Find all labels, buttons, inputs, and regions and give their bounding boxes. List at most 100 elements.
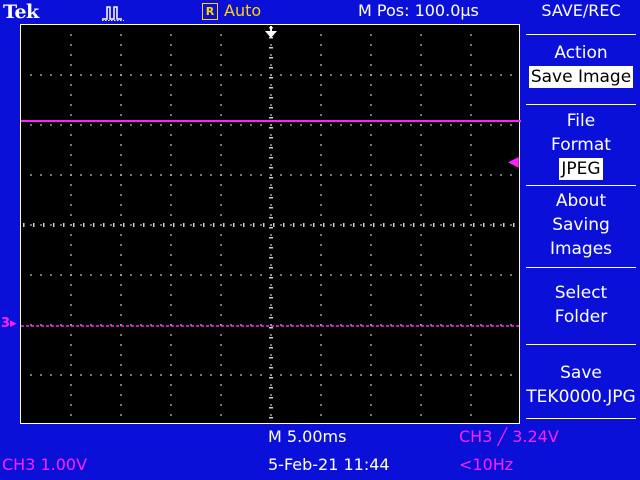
grid-dot bbox=[440, 224, 442, 226]
grid-dot bbox=[170, 284, 172, 286]
grid-dot bbox=[340, 374, 342, 376]
center-tick bbox=[123, 223, 125, 227]
grid-dot bbox=[170, 194, 172, 196]
grid-dot bbox=[40, 274, 42, 276]
grid-dot bbox=[200, 124, 202, 126]
grid-dot bbox=[270, 214, 272, 216]
grid-dot bbox=[70, 364, 72, 366]
grid-dot bbox=[170, 184, 172, 186]
grid-dot bbox=[390, 174, 392, 176]
grid-dot bbox=[420, 34, 422, 36]
grid-dot bbox=[470, 174, 472, 176]
grid-dot bbox=[120, 44, 122, 46]
grid-dot bbox=[420, 114, 422, 116]
grid-dot bbox=[70, 84, 72, 86]
grid-dot bbox=[470, 404, 472, 406]
grid-dot bbox=[350, 274, 352, 276]
grid-dot bbox=[320, 124, 322, 126]
grid-dot bbox=[270, 274, 272, 276]
center-tick bbox=[103, 223, 105, 227]
grid-dot bbox=[220, 164, 222, 166]
grid-dot bbox=[320, 314, 322, 316]
grid-dot bbox=[320, 394, 322, 396]
grid-dot bbox=[500, 174, 502, 176]
grid-dot bbox=[320, 264, 322, 266]
grid-dot bbox=[220, 224, 222, 226]
menu-about-saving-images-button[interactable]: About Saving Images bbox=[522, 189, 640, 261]
grid-dot bbox=[220, 204, 222, 206]
grid-dot bbox=[70, 214, 72, 216]
grid-dot bbox=[90, 274, 92, 276]
grid-dot bbox=[390, 274, 392, 276]
grid-dot bbox=[190, 124, 192, 126]
center-tick bbox=[183, 223, 185, 227]
grid-dot bbox=[470, 294, 472, 296]
grid-dot bbox=[370, 44, 372, 46]
grid-dot bbox=[300, 224, 302, 226]
grid-dot bbox=[180, 224, 182, 226]
grid-dot bbox=[150, 124, 152, 126]
menu-file-format-button[interactable]: File Format JPEG bbox=[522, 109, 640, 181]
grid-dot bbox=[420, 354, 422, 356]
center-tick bbox=[313, 223, 315, 227]
grid-dot bbox=[340, 224, 342, 226]
grid-dot bbox=[40, 224, 42, 226]
grid-dot bbox=[370, 94, 372, 96]
grid-dot bbox=[370, 284, 372, 286]
center-tick bbox=[303, 223, 305, 227]
grid-dot bbox=[270, 254, 272, 256]
grid-dot bbox=[190, 224, 192, 226]
grid-dot bbox=[210, 74, 212, 76]
grid-dot bbox=[510, 124, 512, 126]
grid-dot bbox=[170, 374, 172, 376]
center-tick bbox=[269, 77, 273, 79]
center-tick bbox=[333, 223, 335, 227]
grid-dot bbox=[350, 74, 352, 76]
menu-select-folder-button[interactable]: Select Folder bbox=[522, 281, 640, 329]
grid-dot bbox=[220, 34, 222, 36]
menu-save-button[interactable]: Save TEK0000.JPG bbox=[522, 361, 640, 409]
grid-dot bbox=[460, 124, 462, 126]
grid-dot bbox=[440, 74, 442, 76]
center-tick bbox=[153, 223, 155, 227]
grid-dot bbox=[220, 264, 222, 266]
grid-dot bbox=[120, 414, 122, 416]
grid-dot bbox=[170, 124, 172, 126]
grid-dot bbox=[320, 214, 322, 216]
grid-dot bbox=[50, 124, 52, 126]
grid-dot bbox=[470, 224, 472, 226]
center-tick bbox=[269, 67, 273, 69]
grid-dot bbox=[140, 374, 142, 376]
grid-dot bbox=[510, 274, 512, 276]
grid-dot bbox=[260, 224, 262, 226]
menu-action-button[interactable]: Action Save Image bbox=[522, 41, 640, 89]
center-tick bbox=[273, 223, 275, 227]
grid-dot bbox=[30, 124, 32, 126]
grid-dot bbox=[370, 344, 372, 346]
grid-dot bbox=[70, 234, 72, 236]
grid-dot bbox=[110, 274, 112, 276]
grid-dot bbox=[190, 174, 192, 176]
grid-dot bbox=[70, 314, 72, 316]
grid-dot bbox=[400, 74, 402, 76]
grid-dot bbox=[400, 374, 402, 376]
grid-dot bbox=[510, 224, 512, 226]
grid-dot bbox=[320, 294, 322, 296]
center-tick bbox=[373, 223, 375, 227]
grid-dot bbox=[310, 224, 312, 226]
grid-dot bbox=[120, 374, 122, 376]
grid-dot bbox=[400, 274, 402, 276]
grid-dot bbox=[280, 224, 282, 226]
grid-dot bbox=[320, 64, 322, 66]
grid-dot bbox=[470, 254, 472, 256]
grid-dot bbox=[70, 274, 72, 276]
grid-dot bbox=[370, 84, 372, 86]
grid-dot bbox=[170, 144, 172, 146]
grid-dot bbox=[200, 274, 202, 276]
grid-dot bbox=[120, 364, 122, 366]
grid-dot bbox=[70, 34, 72, 36]
grid-dot bbox=[120, 274, 122, 276]
grid-dot bbox=[430, 74, 432, 76]
grid-dot bbox=[220, 44, 222, 46]
menu-about-label: About bbox=[555, 191, 607, 211]
